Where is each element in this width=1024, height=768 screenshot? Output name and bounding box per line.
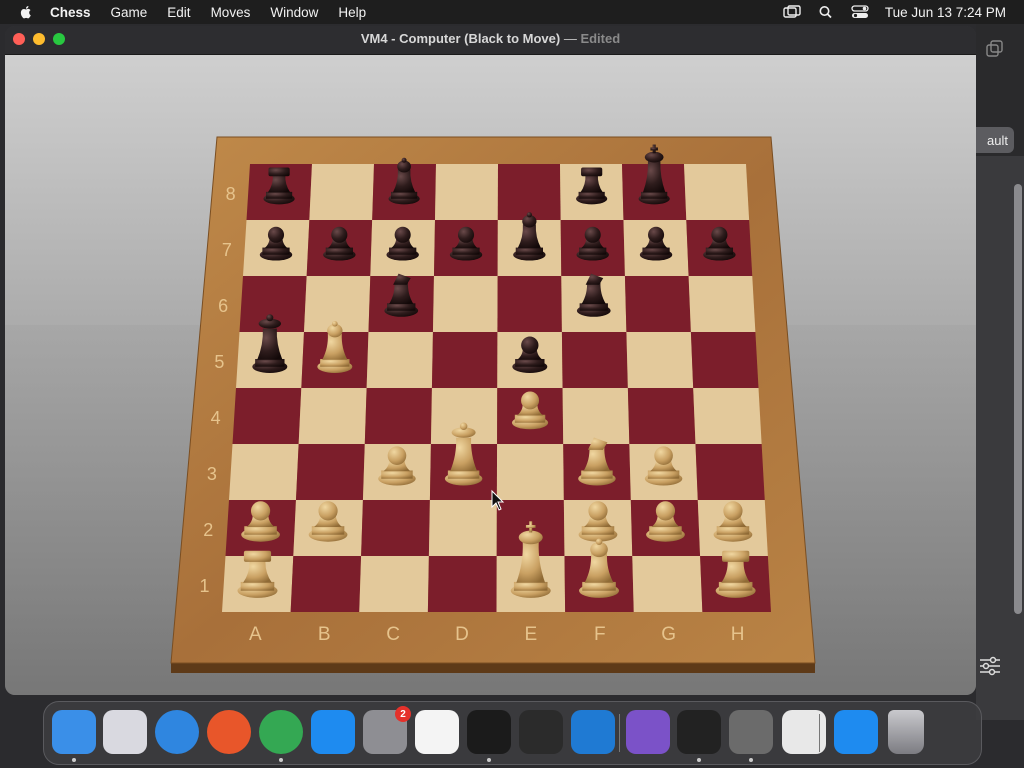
board-square-h4[interactable] <box>693 388 762 444</box>
apple-logo-icon[interactable] <box>18 4 34 20</box>
running-indicator <box>279 758 283 762</box>
chrome-icon[interactable] <box>259 710 303 754</box>
board-square-d8[interactable] <box>434 164 498 220</box>
board-square-e6[interactable] <box>497 276 562 332</box>
running-indicator <box>487 758 491 762</box>
board-square-e3[interactable] <box>496 444 564 500</box>
board-square-d1[interactable] <box>427 556 497 612</box>
board-square-g4[interactable] <box>627 388 696 444</box>
file-label-f: F <box>594 624 606 645</box>
file-label-g: G <box>661 624 676 645</box>
menu-help[interactable]: Help <box>338 5 366 20</box>
system-settings-icon[interactable]: 2 <box>363 706 411 754</box>
rank-label-1: 1 <box>199 576 209 596</box>
window-title: VM4 - Computer (Black to Move) — Edited <box>5 26 976 54</box>
menu-window[interactable]: Window <box>270 5 318 20</box>
search-icon[interactable] <box>817 5 835 19</box>
board-frame-edge <box>171 663 815 673</box>
dock-separator <box>619 714 620 752</box>
terminal-icon[interactable] <box>467 710 511 754</box>
board-scene: 8 7 6 5 4 3 2 1 A B C D E F G H <box>5 55 976 695</box>
board-square-f4[interactable] <box>562 388 630 444</box>
file-label-a: A <box>249 624 262 645</box>
vscode-icon[interactable] <box>571 710 615 754</box>
running-indicator <box>697 758 701 762</box>
board-square-d6[interactable] <box>432 276 498 332</box>
board-square-h6[interactable] <box>688 276 756 332</box>
copy-icon[interactable] <box>984 38 1006 60</box>
board-square-a4[interactable] <box>232 388 302 444</box>
rank-label-4: 4 <box>211 408 221 428</box>
rank-label-2: 2 <box>203 520 213 540</box>
garageband-icon[interactable] <box>519 710 563 754</box>
app-store-download-icon[interactable] <box>834 710 878 754</box>
running-indicator <box>749 758 753 762</box>
board-square-h3[interactable] <box>695 444 765 500</box>
background-window: ault <box>968 24 1024 720</box>
launchpad-icon[interactable] <box>103 710 147 754</box>
menu-bar-clock[interactable]: Tue Jun 13 7:24 PM <box>885 5 1006 20</box>
window-title-text: VM4 - Computer (Black to Move) <box>360 31 561 46</box>
rank-label-8: 8 <box>226 184 236 204</box>
menu-edit[interactable]: Edit <box>167 5 190 20</box>
rank-label-7: 7 <box>222 240 232 260</box>
file-label-c: C <box>386 624 400 645</box>
firefox-icon[interactable] <box>207 710 251 754</box>
running-indicator <box>72 758 76 762</box>
piano-icon[interactable] <box>677 710 721 754</box>
screen-mirroring-icon[interactable] <box>783 5 801 19</box>
window-titlebar[interactable]: VM4 - Computer (Black to Move) — Edited <box>5 26 976 55</box>
dock-separator <box>819 714 820 752</box>
rank-label-5: 5 <box>214 352 224 372</box>
rank-label-3: 3 <box>207 464 217 484</box>
board-square-f5[interactable] <box>561 332 628 388</box>
trash-icon[interactable] <box>888 710 924 754</box>
board-square-c4[interactable] <box>364 388 432 444</box>
board-square-e8[interactable] <box>497 164 561 220</box>
chess-window: VM4 - Computer (Black to Move) — Edited <box>5 26 976 695</box>
board-square-d2[interactable] <box>428 500 497 556</box>
notification-badge: 2 <box>395 706 411 722</box>
safari-icon[interactable] <box>155 710 199 754</box>
chess-icon[interactable] <box>729 710 773 754</box>
edited-status: Edited <box>580 31 621 46</box>
scrollbar-thumb[interactable] <box>1014 184 1022 614</box>
file-label-b: B <box>318 624 331 645</box>
board-square-b8[interactable] <box>309 164 374 220</box>
finder-icon[interactable] <box>52 710 96 754</box>
board-square-a3[interactable] <box>229 444 299 500</box>
menu-app-chess[interactable]: Chess <box>50 5 91 20</box>
menu-bar: Chess Game Edit Moves Window Help Tue Ju… <box>0 0 1024 24</box>
board-square-h8[interactable] <box>684 164 750 220</box>
board-square-b4[interactable] <box>298 388 367 444</box>
file-label-d: D <box>455 624 469 645</box>
chess-board-view[interactable]: 8 7 6 5 4 3 2 1 A B C D E F G H <box>5 55 976 695</box>
board-square-c5[interactable] <box>366 332 433 388</box>
board-square-d5[interactable] <box>431 332 498 388</box>
board-square-g5[interactable] <box>626 332 694 388</box>
title-separator: — <box>563 31 577 46</box>
board-square-b3[interactable] <box>295 444 365 500</box>
menu-game[interactable]: Game <box>111 5 148 20</box>
board-square-c1[interactable] <box>359 556 429 612</box>
rank-label-6: 6 <box>218 296 228 316</box>
menu-moves[interactable]: Moves <box>211 5 251 20</box>
board-square-c2[interactable] <box>361 500 430 556</box>
sliders-icon[interactable] <box>978 654 1002 678</box>
app-store-icon[interactable] <box>311 710 355 754</box>
dock: 2 <box>43 701 982 765</box>
board-square-h5[interactable] <box>690 332 759 388</box>
control-center-icon[interactable] <box>851 5 869 19</box>
textedit-icon[interactable] <box>415 710 459 754</box>
board-square-g6[interactable] <box>624 276 691 332</box>
file-label-h: H <box>731 624 745 645</box>
file-label-e: E <box>525 624 538 645</box>
visual-studio-icon[interactable] <box>626 710 670 754</box>
board-square-g1[interactable] <box>632 556 703 612</box>
board-square-b1[interactable] <box>290 556 362 612</box>
